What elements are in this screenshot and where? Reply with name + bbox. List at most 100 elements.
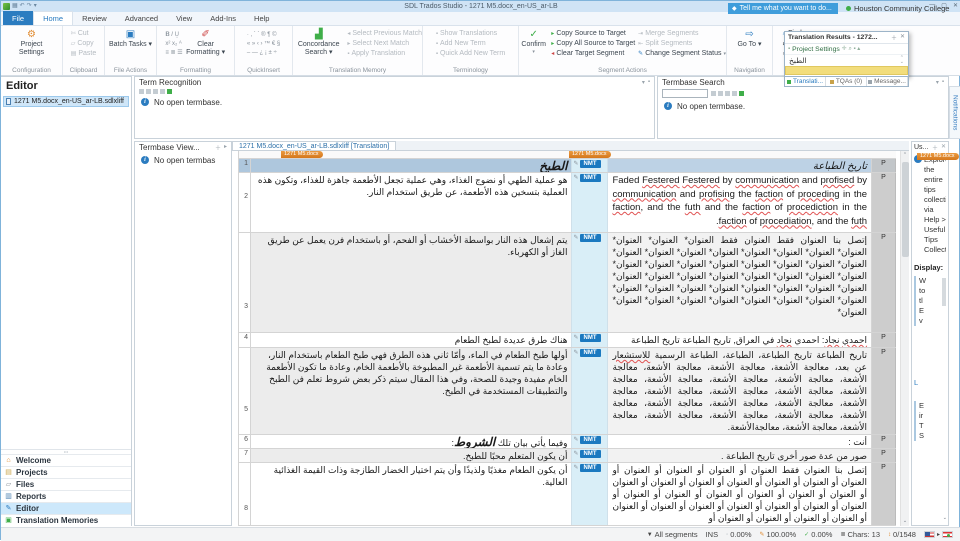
open-document-item[interactable]: 1271 M5.docx_en-US_ar-LB.sdlxliff bbox=[3, 96, 129, 107]
segment-status-cell[interactable]: ✎ NMT bbox=[572, 333, 609, 347]
popup-tab-translati-[interactable]: Translati... bbox=[785, 77, 826, 86]
list-scrollbar[interactable] bbox=[942, 278, 946, 306]
copy-all-source-to-target-button[interactable]: ▸ Copy All Source to Target bbox=[551, 40, 635, 48]
target-cell[interactable]: أنت : bbox=[608, 435, 873, 448]
source-cell[interactable]: هو عملية الطهي أو نضوج الغذاء، وهي عملية… bbox=[251, 173, 573, 232]
close-button[interactable]: ✕ bbox=[953, 2, 958, 9]
tips-list-item[interactable]: S bbox=[919, 431, 946, 441]
segment-status-cell[interactable]: ✎ NMT bbox=[572, 233, 609, 332]
sidebar-item-welcome[interactable]: ⌂ Welcome bbox=[1, 454, 131, 466]
cut-button[interactable]: ✄ Cut bbox=[71, 30, 97, 38]
sidebar-item-editor[interactable]: ✎ Editor bbox=[1, 502, 131, 514]
popup-tab-tqas-0-[interactable]: TQAs (0) bbox=[826, 77, 867, 86]
apply-translation-button[interactable]: ▪ Apply Translation bbox=[347, 50, 422, 58]
segment-row-8[interactable]: 8 أن يكون الطعام مغذيًا ولذيذًا وأن يتم ا… bbox=[239, 463, 896, 526]
tab-advanced[interactable]: Advanced bbox=[116, 11, 167, 25]
source-cell[interactable]: وفيما يأتي بيان تلك الشروط: bbox=[251, 435, 573, 448]
merge-segments-button[interactable]: ⇥ Merge Segments bbox=[638, 30, 726, 38]
panel-menu-icon[interactable]: ＋ bbox=[215, 143, 221, 152]
highlighted-result-row[interactable] bbox=[785, 66, 908, 75]
segment-status-cell[interactable]: ✎ NMT bbox=[572, 463, 609, 525]
tell-me-box[interactable]: ◆ Tell me what you want to do... bbox=[728, 3, 838, 14]
target-cell[interactable]: احمدي نجاد: احمدي نجاد في العراق, تاريخ … bbox=[608, 333, 873, 347]
segment-row-6[interactable]: 6 وفيما يأتي بيان تلك الشروط: ✎ NMT أنت : P bbox=[239, 435, 896, 449]
spinner-icon[interactable]: ⌃ ⌄ bbox=[900, 56, 904, 65]
show-translations-button[interactable]: ▪ Show Translations bbox=[436, 30, 505, 38]
scroll-up-icon[interactable]: ⌃ bbox=[901, 151, 909, 160]
target-cell[interactable]: تاريخ الطباعة تاريخ الطباعة، الطباعة، ال… bbox=[608, 348, 873, 434]
segment-row-7[interactable]: 7 أن يكون المتعلم محبًا للطبخ. ✎ NMT صور من … bbox=[239, 449, 896, 463]
tips-list-item[interactable]: T bbox=[919, 421, 946, 431]
segment-row-2[interactable]: 2 هو عملية الطهي أو نضوج الغذاء، وهي عملي… bbox=[239, 173, 896, 233]
term-recognition-toolbar[interactable] bbox=[135, 88, 654, 95]
tips-list-item[interactable]: ir bbox=[919, 411, 946, 421]
target-cell[interactable]: Faded Festered Festered by communication… bbox=[608, 173, 873, 232]
target-cell[interactable]: إتصل بنا العنوان فقط العنوان فقط العنوان… bbox=[608, 233, 873, 332]
tab-file[interactable]: File bbox=[3, 11, 34, 25]
segment-row-1[interactable]: 1 الطبخ ✎ NMT تاريخ الطباعة P bbox=[239, 159, 896, 173]
sidebar-item-files[interactable]: ▱ Files bbox=[1, 478, 131, 490]
sidebar-item-projects[interactable]: ▤ Projects bbox=[1, 466, 131, 478]
tips-scroll-down-icon[interactable]: ⌄ bbox=[943, 515, 947, 521]
target-cell[interactable]: صور من عدة صور أخرى تاريخ الطباعة . bbox=[608, 449, 873, 462]
segment-status-cell[interactable]: ✎ NMT bbox=[572, 435, 609, 448]
tips-link[interactable]: L bbox=[914, 378, 946, 387]
change-segment-status-button[interactable]: ✎ Change Segment Status ▾ bbox=[638, 50, 726, 58]
copy-button[interactable]: ▱ Copy bbox=[71, 40, 97, 48]
tips-list-item[interactable]: E bbox=[919, 306, 946, 316]
popup-toolbar-icons[interactable]: ✛ ⌕ ▪ ▴ bbox=[842, 45, 861, 53]
source-cell[interactable]: الطبخ bbox=[250, 159, 573, 172]
source-cell[interactable]: أن يكون المتعلم محبًا للطبخ. bbox=[250, 449, 573, 462]
segment-row-5[interactable]: 5 أولها طبخ الطعام في الماء، وأمّا ثاني ه… bbox=[239, 348, 896, 435]
tab-add-ins[interactable]: Add-Ins bbox=[201, 11, 245, 25]
popup-close-icon[interactable]: ✕ bbox=[900, 33, 905, 42]
source-cell[interactable]: أن يكون الطعام مغذيًا ولذيذًا وأن يتم اخ… bbox=[251, 463, 573, 525]
concordance-search-button[interactable]: ▟ Concordance Search ▾ bbox=[293, 28, 344, 57]
split-segments-button[interactable]: ⇤ Split Segments bbox=[638, 40, 726, 48]
source-cell[interactable]: أولها طبخ الطعام في الماء، وأمّا ثاني هذ… bbox=[250, 348, 573, 434]
panel-pin-icon[interactable]: ▪ bbox=[942, 79, 944, 86]
formatting-icons[interactable]: 𝐁 𝐼 Ṳ x² x₂ ᴬ ≡ ≣ ☰ bbox=[165, 28, 182, 57]
sidebar-item-translation-memories[interactable]: ▣ Translation Memories bbox=[1, 514, 131, 526]
quick-add-new-term-button[interactable]: ▪ Quick Add New Term bbox=[436, 50, 505, 58]
termbase-search-toolbar[interactable] bbox=[711, 91, 744, 96]
tips-list-secondary[interactable]: Eir T S bbox=[914, 401, 946, 441]
target-cell[interactable]: تاريخ الطباعة bbox=[608, 159, 873, 172]
segment-status-cell[interactable]: ✎ NMT bbox=[572, 159, 609, 172]
clear-target-segment-button[interactable]: ◂ Clear Target Segment bbox=[551, 50, 635, 58]
tips-display-list[interactable]: Wto tl Ev bbox=[914, 276, 946, 326]
add-new-term-button[interactable]: ▪ Add New Term bbox=[436, 40, 505, 48]
scrollbar-thumb[interactable] bbox=[902, 162, 909, 257]
editor-vertical-scrollbar[interactable]: ⌃ ⌄ bbox=[900, 151, 909, 526]
popup-tab-message-[interactable]: Message... bbox=[867, 77, 908, 86]
paste-button[interactable]: ▤ Paste bbox=[71, 50, 97, 58]
target-cell[interactable]: إتصل بنا العنوان فقط العنوان أو العنوان … bbox=[608, 463, 873, 525]
language-pair[interactable]: ▸ bbox=[923, 531, 953, 538]
tips-list-item[interactable]: E bbox=[919, 401, 946, 411]
quickinsert-icons[interactable]: · , ´ ` ® ¶ © « » ‹ › ™ € § – — ¿ ¡ ± ÷ bbox=[247, 28, 280, 57]
project-settings-button[interactable]: ⚙ Project Settings bbox=[10, 28, 54, 57]
popup-project-settings-link[interactable]: Project Settings bbox=[792, 46, 840, 53]
scroll-down-icon[interactable]: ⌄ bbox=[901, 517, 909, 526]
tab-home[interactable]: Home bbox=[33, 11, 74, 25]
select-next-match-button[interactable]: ▸ Select Next Match bbox=[347, 40, 422, 48]
panel-pin-icon[interactable]: ▸ bbox=[224, 143, 227, 152]
notifications-side-tab[interactable]: Notifications bbox=[949, 86, 960, 139]
tab-view[interactable]: View bbox=[167, 11, 201, 25]
segment-filter[interactable]: ▼ All segments bbox=[647, 530, 698, 539]
tab-review[interactable]: Review bbox=[73, 11, 116, 25]
account-info[interactable]: Houston Community College bbox=[846, 3, 949, 14]
clear-formatting-button[interactable]: ✐ Clear Formatting ▾ bbox=[186, 28, 226, 57]
segment-status-cell[interactable]: ✎ NMT bbox=[572, 348, 609, 434]
tab-help[interactable]: Help bbox=[245, 11, 278, 25]
segment-status-cell[interactable]: ✎ NMT bbox=[572, 449, 609, 462]
source-cell[interactable]: هناك طرق عديدة لطبخ الطعام bbox=[251, 333, 573, 347]
termbase-search-input[interactable] bbox=[662, 89, 708, 98]
sidebar-item-reports[interactable]: ▥ Reports bbox=[1, 490, 131, 502]
panel-menu-icon[interactable]: ▾ bbox=[642, 79, 645, 86]
segment-row-4[interactable]: 4 هناك طرق عديدة لطبخ الطعام ✎ NMT احمدي نجا… bbox=[239, 333, 896, 348]
pin-icon[interactable]: ＋ bbox=[891, 33, 897, 42]
select-previous-match-button[interactable]: ◂ Select Previous Match bbox=[347, 30, 422, 38]
insert-mode-indicator[interactable]: INS bbox=[706, 530, 719, 539]
copy-source-to-target-button[interactable]: ▸ Copy Source to Target bbox=[551, 30, 635, 38]
